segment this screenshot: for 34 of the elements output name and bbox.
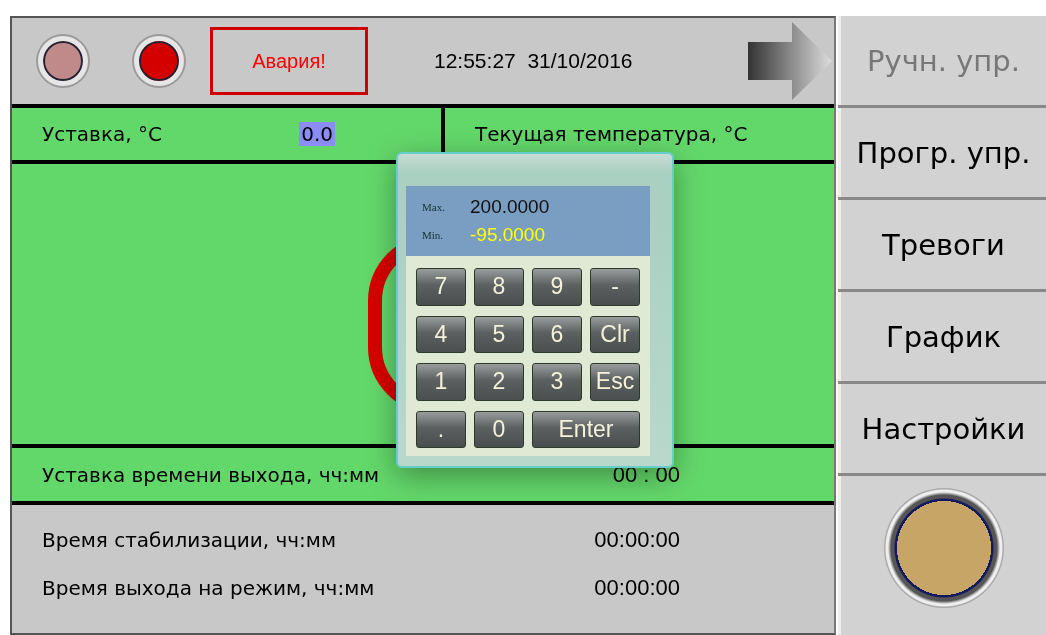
key-button[interactable]: 1 bbox=[416, 363, 466, 401]
key-button[interactable]: Enter bbox=[532, 410, 640, 448]
arrow-icon[interactable] bbox=[748, 22, 832, 100]
key-button[interactable]: Clr bbox=[590, 315, 640, 353]
max-value: 200.0000 bbox=[470, 196, 551, 218]
max-label: Max. bbox=[422, 201, 446, 213]
min-value: -95.0000 bbox=[470, 224, 546, 246]
setpoint-label: Уставка, °C bbox=[42, 122, 162, 146]
key-button[interactable]: 0 bbox=[474, 410, 524, 448]
key-button[interactable]: 7 bbox=[416, 268, 466, 306]
menu-button[interactable]: Прогр. упр. bbox=[838, 108, 1046, 197]
key-button[interactable]: 9 bbox=[532, 268, 582, 306]
min-label: Min. bbox=[422, 229, 445, 241]
info-value: 00:00:00 bbox=[594, 527, 680, 553]
menu-button[interactable]: Настройки bbox=[838, 384, 1046, 473]
key-button[interactable]: 2 bbox=[474, 363, 524, 401]
current-temperature-label: Текущая температура, °C bbox=[475, 122, 748, 146]
key-button[interactable]: 6 bbox=[532, 315, 582, 353]
alarm-indicator: Авария! bbox=[210, 27, 368, 95]
key-button[interactable]: 4 bbox=[416, 315, 466, 353]
info-label: Время стабилизации, чч:мм bbox=[42, 528, 336, 552]
clock-text: 12:55:27 31/10/2016 bbox=[434, 49, 633, 73]
key-button[interactable]: Esc bbox=[590, 363, 640, 401]
time-setpoint-label: Уставка времени выхода, чч:мм bbox=[42, 462, 380, 487]
key-button[interactable]: - bbox=[590, 268, 640, 306]
key-button[interactable]: 5 bbox=[474, 315, 524, 353]
key-button[interactable]: 8 bbox=[474, 268, 524, 306]
menu-button[interactable]: Тревоги bbox=[838, 200, 1046, 289]
key-button[interactable]: 3 bbox=[532, 363, 582, 401]
menu-button[interactable]: График bbox=[838, 292, 1046, 381]
key-button[interactable]: . bbox=[416, 410, 466, 448]
info-label: Время выхода на режим, чч:мм bbox=[42, 576, 375, 600]
setpoint-value[interactable]: 0.0 bbox=[299, 122, 335, 146]
info-value: 00:00:00 bbox=[594, 575, 680, 601]
